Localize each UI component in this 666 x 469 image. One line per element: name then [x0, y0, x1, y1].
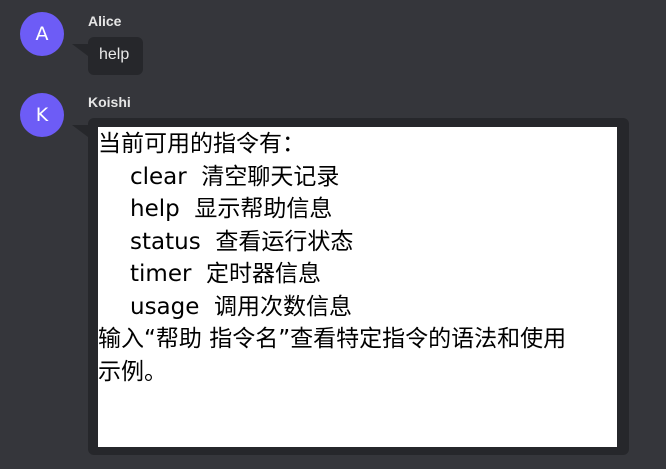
avatar-letter: K: [35, 104, 49, 126]
avatar-letter: A: [35, 23, 49, 45]
help-footer: 输入“帮助 指令名”查看特定指令的语法和使用: [98, 326, 567, 352]
command-row: usage 调用次数信息: [98, 291, 617, 324]
command-name: timer: [130, 261, 192, 287]
message-text: help: [99, 46, 130, 63]
command-row: status 查看运行状态: [98, 226, 617, 259]
command-row: timer 定时器信息: [98, 258, 617, 291]
command-desc: 查看运行状态: [215, 228, 354, 255]
command-row: help 显示帮助信息: [98, 193, 617, 226]
command-name: status: [130, 228, 201, 255]
command-row: clear 清空聊天记录: [98, 161, 617, 194]
message-bubble: help: [88, 37, 143, 75]
author-name: Koishi: [88, 94, 131, 110]
avatar[interactable]: K: [20, 93, 64, 137]
command-name: usage: [130, 293, 200, 320]
help-footer-cont: 示例。: [98, 358, 167, 385]
bubble-tail: [72, 44, 88, 56]
author-name: Alice: [88, 13, 122, 29]
command-name: clear: [130, 163, 187, 190]
avatar[interactable]: A: [20, 12, 64, 56]
command-desc: 定时器信息: [206, 261, 322, 287]
command-name: help: [130, 196, 180, 222]
command-desc: 显示帮助信息: [194, 196, 333, 222]
command-desc: 调用次数信息: [214, 293, 353, 320]
help-intro: 当前可用的指令有：: [98, 131, 305, 157]
command-desc: 清空聊天记录: [201, 163, 340, 190]
bubble-tail: [72, 125, 88, 137]
help-image[interactable]: 当前可用的指令有： clear 清空聊天记录 help 显示帮助信息 statu…: [98, 127, 617, 447]
